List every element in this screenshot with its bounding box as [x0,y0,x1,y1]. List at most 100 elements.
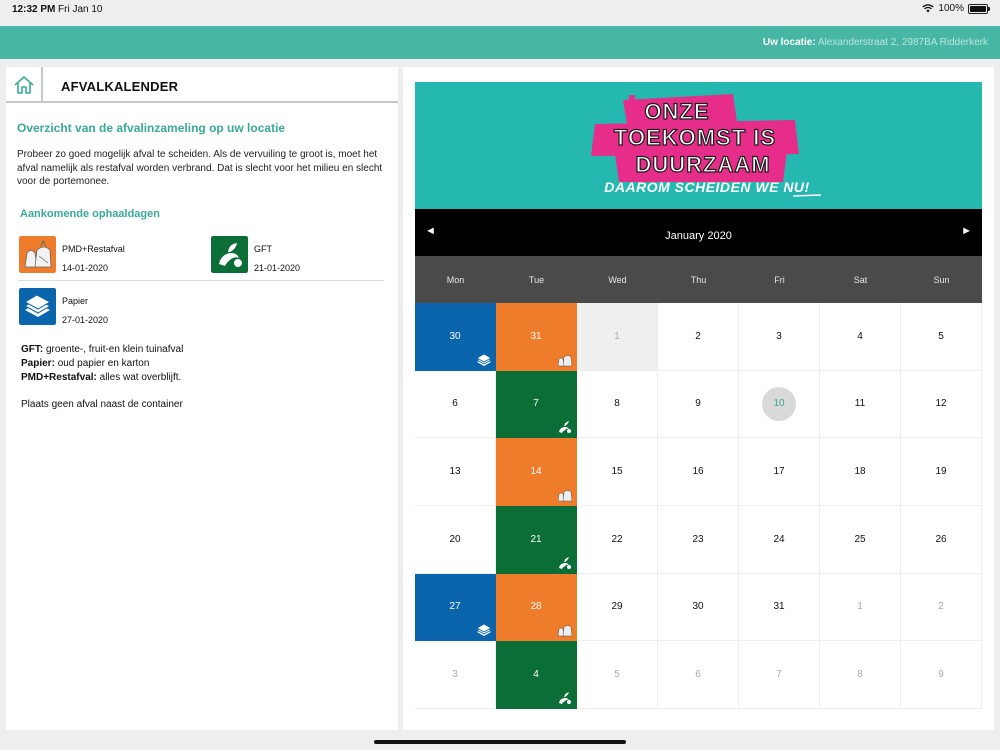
top-bar: Uw locatie: Alexanderstraat 2, 2987BA Ri… [0,26,1000,59]
calendar-day[interactable]: 2 [658,303,739,371]
calendar-header: ◄ January 2020 ► [415,209,982,256]
day-number: 30 [449,330,461,342]
day-number: 11 [854,398,866,410]
calendar-day[interactable]: 3 [415,641,496,709]
calendar-day[interactable]: 4 [820,303,901,371]
calendar-day[interactable]: 18 [820,438,901,506]
home-indicator[interactable] [374,740,626,744]
calendar-day[interactable]: 12 [901,370,982,439]
day-number: 12 [935,398,947,410]
calendar-panel: ONZE TOEKOMST IS DUURZAAM DAAROM SCHEIDE… [403,67,994,730]
day-number: 7 [533,398,539,410]
calendar-day[interactable]: 9 [658,370,739,439]
pickup-date: 14-01-2020 [62,263,109,273]
calendar-day[interactable]: 8 [577,370,658,439]
day-number: 8 [614,398,620,410]
calendar-day[interactable]: 22 [577,506,658,574]
day-number: 14 [530,466,542,478]
calendar-day[interactable]: 19 [901,438,982,506]
calendar-day[interactable]: 30 [415,303,496,371]
calendar-day[interactable]: 5 [901,303,982,371]
calendar-day[interactable]: 2 [901,573,982,642]
calendar-day[interactable]: 13 [415,438,496,506]
calendar-day[interactable]: 7 [496,370,577,439]
weekday-label: Wed [608,274,627,285]
gft-icon [559,421,571,434]
calendar-day[interactable]: 5 [577,641,658,709]
calendar-day[interactable]: 9 [901,641,982,709]
calendar-day[interactable]: 31 [739,573,820,642]
page-title: AFVALKALENDER [61,79,179,94]
calendar-day[interactable]: 1 [577,303,658,371]
calendar-day[interactable]: 14 [496,438,577,506]
day-number: 9 [695,398,701,410]
month-title: January 2020 [665,230,732,242]
calendar-day[interactable]: 26 [901,506,982,574]
note-text: Plaats geen afval naast de container [21,399,183,410]
location[interactable]: Uw locatie: Alexanderstraat 2, 2987BA Ri… [763,37,988,48]
weekday-row: Mon Tue Wed Thu Fri Sat Sun [415,256,982,303]
day-number: 31 [773,601,785,613]
calendar-day[interactable]: 11 [820,370,901,439]
day-number: 7 [776,669,782,681]
calendar-day[interactable]: 7 [739,641,820,709]
home-icon [13,76,34,94]
day-number: 4 [533,669,539,681]
day-number: 5 [614,669,620,681]
waste-legend: GFT: groente-, fruit-en klein tuinafval … [21,343,183,385]
day-number: 3 [776,330,782,342]
calendar-day[interactable]: 10 [739,370,820,439]
calendar-day[interactable]: 6 [658,641,739,709]
calendar-day[interactable]: 1 [820,573,901,642]
calendar-grid: 30 31 1 2 3 4 5 6 7 8 9 10 11 12 13 14 15 16 17 18 19 20 21 22 2… [415,303,982,709]
calendar-day[interactable]: 20 [415,506,496,574]
calendar-day[interactable]: 6 [415,370,496,439]
legend-item: PMD+Restafval: alles wat overblijft. [21,372,182,383]
overview-title: Overzicht van de afvalinzameling op uw l… [17,121,286,135]
campaign-banner: ONZE TOEKOMST IS DUURZAAM DAAROM SCHEIDE… [415,82,982,209]
day-number: 23 [692,533,704,545]
pmd-restafval-icon [19,236,56,273]
weekday-label: Sun [933,274,950,285]
calendar-day[interactable]: 21 [496,506,577,574]
day-number: 18 [854,466,866,478]
pickup-date: 27-01-2020 [62,315,109,325]
calendar-day[interactable]: 30 [658,573,739,642]
calendar-day[interactable]: 27 [415,573,496,642]
day-number: 28 [530,601,542,613]
weekday-label: Fri [774,274,785,285]
calendar-day[interactable]: 25 [820,506,901,574]
calendar-day[interactable]: 4 [496,641,577,709]
day-number: 10 [762,386,796,421]
pmd-restafval-icon [557,490,573,502]
gft-icon [559,556,571,569]
calendar-day[interactable]: 17 [739,438,820,506]
day-number: 26 [935,533,947,545]
pmd-restafval-icon [557,354,573,366]
upcoming-title: Aankomende ophaaldagen [20,208,160,220]
home-button[interactable] [6,67,43,103]
calendar-day[interactable]: 8 [820,641,901,709]
gft-icon [211,236,248,273]
pmd-restafval-icon [557,625,573,637]
calendar-day[interactable]: 31 [496,303,577,371]
banner-line2: TOEKOMST IS [614,125,776,150]
calendar-day[interactable]: 16 [658,438,739,506]
day-number: 13 [449,466,461,478]
calendar-day[interactable]: 3 [739,303,820,371]
next-month-button[interactable]: ► [961,225,972,237]
papier-icon [476,353,492,366]
calendar-day[interactable]: 29 [577,573,658,642]
calendar-day[interactable]: 15 [577,438,658,506]
location-label: Uw locatie: [762,37,816,48]
day-number: 30 [692,601,704,613]
calendar-day[interactable]: 28 [496,573,577,642]
battery-percent: 100% [938,3,964,14]
day-number: 25 [854,533,866,545]
panel-header: AFVALKALENDER [6,67,398,103]
calendar-day[interactable]: 23 [658,506,739,574]
day-number: 17 [773,466,785,478]
status-date: Fri Jan 10 [58,4,103,15]
day-number: 6 [695,669,701,681]
calendar-day[interactable]: 24 [739,506,820,574]
